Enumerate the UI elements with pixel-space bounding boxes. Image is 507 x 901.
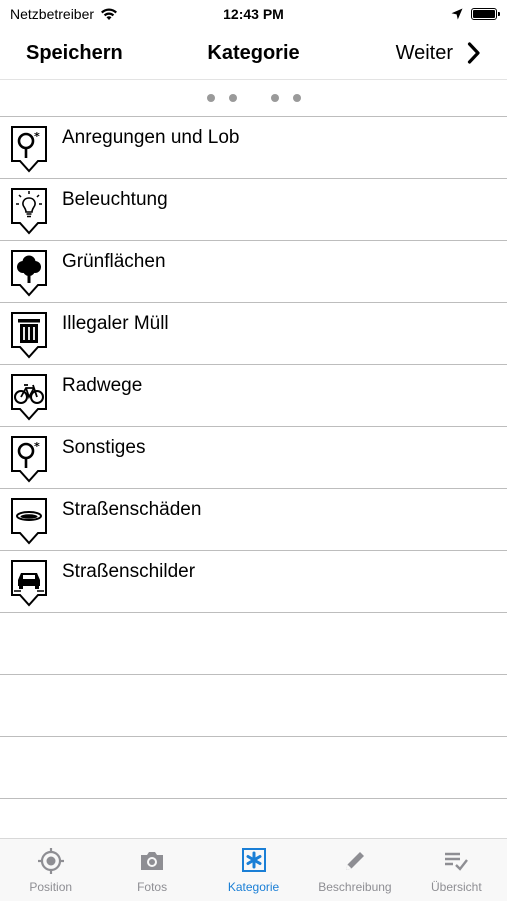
tab-kategorie[interactable]: Kategorie — [203, 839, 304, 901]
tab-label: Übersicht — [430, 880, 482, 894]
battery-icon — [471, 8, 500, 20]
category-label: Grünflächen — [62, 251, 166, 272]
tab-bar: Position Fotos Kategorie Beschreibung Üb… — [0, 838, 507, 901]
tab-fotos[interactable]: Fotos — [101, 839, 202, 901]
page-dot — [228, 94, 237, 102]
asterisk-icon — [241, 848, 266, 872]
category-row-strassenschaeden[interactable]: Straßenschäden — [0, 488, 507, 550]
svg-text:*: * — [34, 130, 40, 143]
empty-row — [0, 674, 507, 736]
crosshair-icon — [37, 848, 64, 874]
key-asterisk-icon: * — [11, 436, 47, 483]
next-button-label: Weiter — [395, 41, 453, 64]
category-row-strassenschilder[interactable]: Straßenschilder — [0, 550, 507, 612]
svg-text:*: * — [34, 440, 40, 453]
category-label: Straßenschilder — [62, 561, 196, 582]
lightbulb-icon — [11, 188, 47, 235]
camera-icon — [141, 852, 164, 870]
tab-label: Fotos — [137, 880, 168, 894]
category-row-anregungen[interactable]: * Anregungen und Lob — [0, 116, 507, 178]
page-dot — [292, 94, 301, 102]
key-asterisk-icon: * — [11, 126, 47, 173]
category-label: Sonstiges — [62, 437, 146, 458]
checklist-icon — [445, 852, 469, 871]
carrier-label: Netzbetreiber — [10, 6, 95, 22]
status-bar: Netzbetreiber 12:43 PM — [0, 0, 507, 28]
empty-row — [0, 736, 507, 798]
category-label: Beleuchtung — [62, 189, 168, 210]
tree-icon — [11, 250, 47, 297]
car-icon — [11, 560, 47, 607]
chevron-right-icon — [467, 42, 480, 64]
empty-row — [0, 612, 507, 674]
category-row-radwege[interactable]: Radwege — [0, 364, 507, 426]
category-label: Illegaler Müll — [62, 313, 169, 334]
navigation-bar: Speichern Kategorie Weiter — [0, 28, 507, 78]
pencil-icon — [345, 852, 364, 870]
status-right — [451, 8, 500, 20]
save-button[interactable]: Speichern — [26, 42, 123, 65]
tab-label: Kategorie — [227, 880, 280, 894]
page-dot — [206, 94, 215, 102]
tab-label: Beschreibung — [318, 880, 392, 894]
tab-uebersicht[interactable]: Übersicht — [406, 839, 507, 901]
bicycle-icon — [11, 374, 47, 421]
page-indicator — [0, 80, 507, 116]
category-row-gruenflaechen[interactable]: Grünflächen — [0, 240, 507, 302]
category-row-beleuchtung[interactable]: Beleuchtung — [0, 178, 507, 240]
category-row-sonstiges[interactable]: * Sonstiges — [0, 426, 507, 488]
trash-can-icon — [11, 312, 47, 359]
wifi-icon — [101, 8, 118, 20]
location-arrow-icon — [451, 8, 463, 20]
tab-position[interactable]: Position — [0, 839, 101, 901]
category-label: Radwege — [62, 375, 143, 396]
tab-label: Position — [29, 880, 73, 894]
category-list: * Anregungen und Lob Beleuchtung Grünflä… — [0, 116, 507, 799]
page-dot — [270, 94, 279, 102]
status-left: Netzbetreiber — [10, 6, 118, 22]
category-row-illegaler-muell[interactable]: Illegaler Müll — [0, 302, 507, 364]
tab-beschreibung[interactable]: Beschreibung — [304, 839, 405, 901]
next-button[interactable]: Weiter — [396, 42, 481, 65]
pothole-icon — [11, 498, 47, 545]
category-label: Straßenschäden — [62, 499, 202, 520]
category-label: Anregungen und Lob — [62, 127, 240, 148]
list-bottom-divider — [0, 798, 507, 799]
